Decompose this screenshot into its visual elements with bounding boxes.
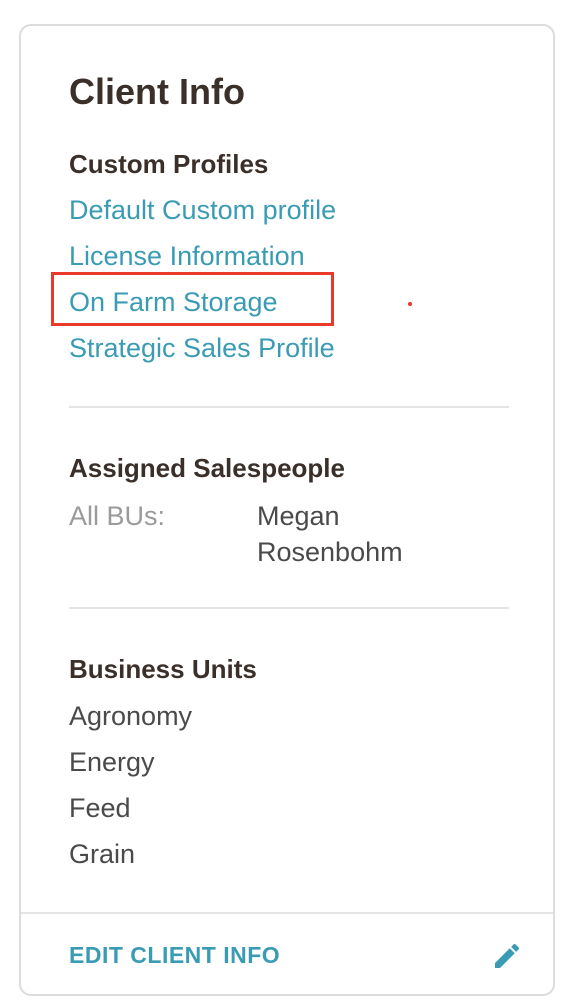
custom-profiles-heading: Custom Profiles: [69, 149, 269, 179]
footer-divider: [21, 912, 553, 914]
profile-link-license-information[interactable]: License Information: [69, 239, 305, 273]
all-bus-label: All BUs:: [69, 501, 166, 531]
business-unit-item: Grain: [69, 839, 136, 869]
business-unit-item: Agronomy: [69, 701, 193, 731]
client-info-card: Client Info Custom Profiles Default Cust…: [19, 24, 555, 996]
business-unit-item: Energy: [69, 747, 155, 777]
business-units-heading: Business Units: [69, 654, 257, 684]
profile-link-strategic-sales-profile[interactable]: Strategic Sales Profile: [69, 331, 335, 365]
profile-link-default-custom-profile[interactable]: Default Custom profile: [69, 193, 336, 227]
pencil-icon[interactable]: [491, 940, 523, 972]
assigned-salespeople-heading: Assigned Salespeople: [69, 453, 345, 483]
business-unit-item: Feed: [69, 793, 131, 823]
section-divider: [69, 406, 509, 408]
marker-dot: [408, 302, 412, 306]
salesperson-name: Megan Rosenbohm: [257, 501, 403, 567]
section-divider: [69, 607, 509, 609]
highlight-box: [51, 272, 334, 326]
card-title: Client Info: [69, 71, 245, 112]
edit-client-info-button[interactable]: EDIT CLIENT INFO: [69, 940, 280, 970]
